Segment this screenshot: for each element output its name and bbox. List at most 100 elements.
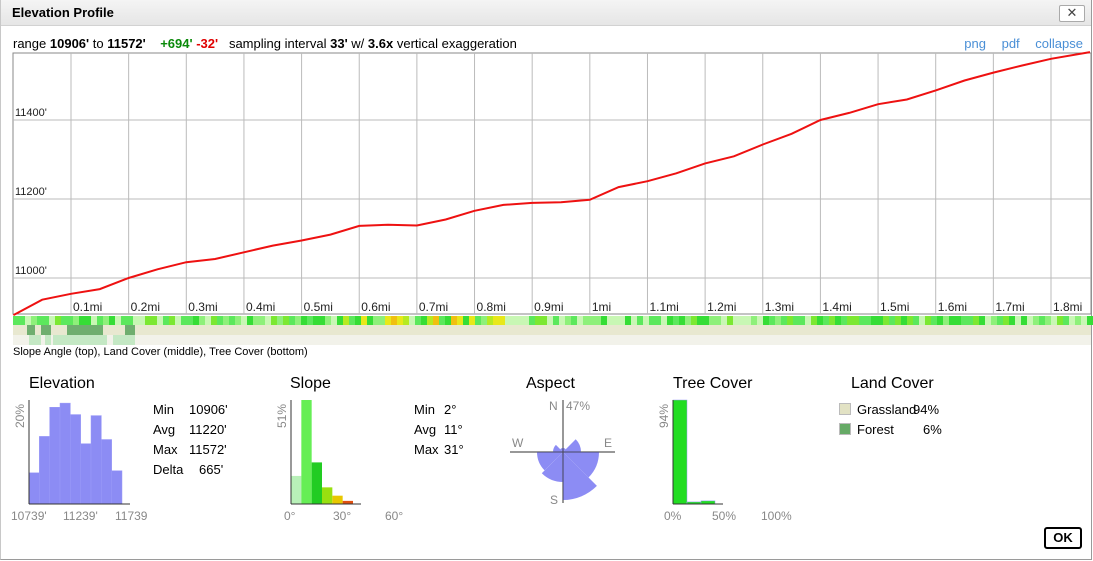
slope-strip-cell bbox=[367, 316, 373, 325]
slope-strip-cell bbox=[67, 316, 73, 325]
slope-strip-cell bbox=[199, 316, 205, 325]
slope-strip-cell bbox=[355, 316, 361, 325]
slope-strip-cell bbox=[943, 316, 949, 325]
slope-strip-cell bbox=[1069, 316, 1075, 325]
slope-strip-cell bbox=[1075, 316, 1081, 325]
slope-strip-cell bbox=[937, 316, 943, 325]
slope-strip-cell bbox=[829, 316, 835, 325]
slope-strip-cell bbox=[349, 316, 355, 325]
slope-strip-cell bbox=[397, 316, 403, 325]
elevation-stat-avg: 11220' bbox=[189, 422, 227, 437]
slope-strip-cell bbox=[595, 316, 601, 325]
slope-strip-cell bbox=[457, 316, 463, 325]
slope-strip-cell bbox=[805, 316, 811, 325]
slope-strip-cell bbox=[139, 316, 145, 325]
slope-strip-cell bbox=[469, 316, 475, 325]
slope-strip-cell bbox=[709, 316, 715, 325]
profile-x-tick-label: 1.4mi bbox=[822, 300, 851, 314]
slope-strip-cell bbox=[979, 316, 985, 325]
ok-button[interactable]: OK bbox=[1044, 527, 1082, 549]
slope-strip-cell bbox=[997, 316, 1003, 325]
slope-strip-cell bbox=[811, 316, 817, 325]
slope-stat-max-label: Max bbox=[414, 442, 439, 457]
slope-strip-cell bbox=[1027, 316, 1033, 325]
slope-strip-cell bbox=[847, 316, 853, 325]
slope-strip-cell bbox=[253, 316, 259, 325]
slope-strip-cell bbox=[823, 316, 829, 325]
slope-strip-cell bbox=[1009, 316, 1015, 325]
slope-strip-cell bbox=[697, 316, 703, 325]
tree-cover-histogram-bar bbox=[672, 399, 688, 505]
slope-strip-cell bbox=[511, 316, 517, 325]
aspect-north-label: N bbox=[549, 399, 558, 413]
land-cover-legend-grassland: Grassland94% bbox=[839, 402, 939, 417]
slope-strip-cell bbox=[877, 316, 883, 325]
slope-strip-cell bbox=[1087, 316, 1093, 325]
slope-strip-cell bbox=[565, 316, 571, 325]
slope-strip-cell bbox=[541, 316, 547, 325]
slope-strip-cell bbox=[79, 316, 85, 325]
slope-strip-cell bbox=[505, 316, 511, 325]
slope-strip-cell bbox=[1081, 316, 1087, 325]
slope-strip-cell bbox=[913, 316, 919, 325]
slope-stat-avg-label: Avg bbox=[414, 422, 437, 437]
profile-x-tick-label: 0.1mi bbox=[73, 300, 102, 314]
slope-strip-cell bbox=[13, 316, 19, 325]
slope-strip-cell bbox=[961, 316, 967, 325]
slope-strip-cell bbox=[769, 316, 775, 325]
slope-strip-cell bbox=[97, 316, 103, 325]
profile-x-tick-label: 1.6mi bbox=[938, 300, 967, 314]
elevation-x-tick-2: 11739 bbox=[115, 509, 148, 523]
slope-strip-cell bbox=[553, 316, 559, 325]
slope-strip-cell bbox=[175, 316, 181, 325]
slope-strip-cell bbox=[31, 316, 37, 325]
color-bars-caption: Slope Angle (top), Land Cover (middle), … bbox=[13, 346, 308, 358]
slope-strip-cell bbox=[361, 316, 367, 325]
slope-strip-cell bbox=[1003, 316, 1009, 325]
elevation-histogram-bar bbox=[80, 443, 92, 505]
slope-strip-cell bbox=[265, 316, 271, 325]
slope-strip-cell bbox=[991, 316, 997, 325]
elevation-stat-delta-label: Delta bbox=[153, 462, 184, 477]
aspect-rose-wedge bbox=[563, 439, 581, 452]
tree-cover-strip bbox=[13, 335, 1091, 345]
slope-strip-cell bbox=[1045, 316, 1051, 325]
slope-strip-cell bbox=[403, 316, 409, 325]
slope-strip-cell bbox=[535, 316, 541, 325]
slope-strip-cell bbox=[187, 316, 193, 325]
slope-strip-cell bbox=[373, 316, 379, 325]
slope-strip-cell bbox=[679, 316, 685, 325]
slope-strip-cell bbox=[493, 316, 499, 325]
slope-strip-cell bbox=[307, 316, 313, 325]
slope-strip-cell bbox=[127, 316, 133, 325]
slope-strip-cell bbox=[481, 316, 487, 325]
tree-cover-strip-cell bbox=[113, 335, 135, 345]
slope-strip-cell bbox=[451, 316, 457, 325]
slope-strip-cell bbox=[205, 316, 211, 325]
slope-strip-cell bbox=[295, 316, 301, 325]
slope-x-tick-1: 30° bbox=[333, 509, 352, 523]
tree-cover-x-tick-1: 50% bbox=[712, 509, 737, 523]
slope-histogram-bar bbox=[311, 462, 322, 504]
slope-strip-cell bbox=[889, 316, 895, 325]
slope-strip-cell bbox=[415, 316, 421, 325]
slope-strip-cell bbox=[37, 316, 43, 325]
elevation-stat-max: 11572' bbox=[189, 442, 227, 457]
elevation-histogram-bar bbox=[59, 402, 71, 505]
slope-strip-cell bbox=[925, 316, 931, 325]
slope-strip-cell bbox=[277, 316, 283, 325]
tree-cover-panel-title: Tree Cover bbox=[673, 375, 753, 392]
profile-x-tick-label: 1.5mi bbox=[880, 300, 909, 314]
slope-strip-cell bbox=[1057, 316, 1063, 325]
profile-x-tick-label: 0.2mi bbox=[131, 300, 160, 314]
forest-pct: 6% bbox=[923, 422, 942, 437]
slope-strip-cell bbox=[379, 316, 385, 325]
slope-strip-cell bbox=[787, 316, 793, 325]
slope-strip-cell bbox=[475, 316, 481, 325]
slope-strip-cell bbox=[217, 316, 223, 325]
elevation-histogram-bar bbox=[28, 472, 40, 505]
slope-strip-cell bbox=[853, 316, 859, 325]
slope-strip-cell bbox=[649, 316, 655, 325]
slope-strip-cell bbox=[817, 316, 823, 325]
slope-strip-cell bbox=[715, 316, 721, 325]
